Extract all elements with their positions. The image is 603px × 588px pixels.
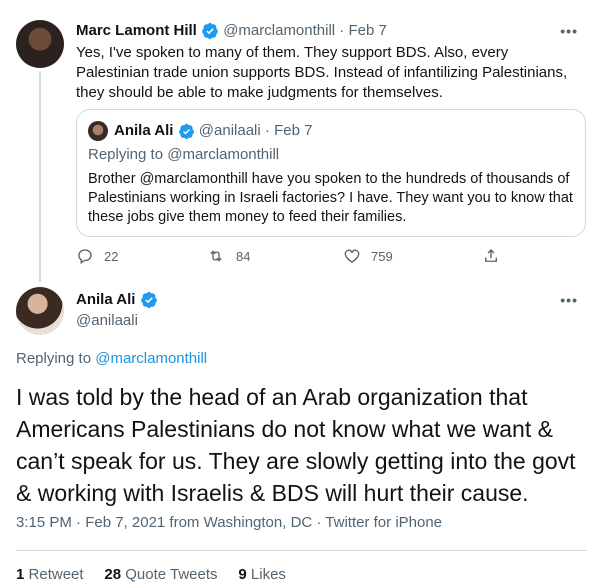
replying-to: Replying to @marclamonthill <box>16 350 207 367</box>
separator: · <box>264 122 270 139</box>
replying-to: Replying to @marclamonthill <box>88 146 279 163</box>
author-name[interactable]: Marc Lamont Hill <box>76 22 197 39</box>
tweet-text: Yes, I've spoken to many of them. They s… <box>76 44 568 101</box>
quoted-tweet-header: Anila Ali @anilaali · Feb 7 <box>114 122 312 140</box>
avatar[interactable] <box>16 287 64 335</box>
reply-icon <box>78 249 92 265</box>
author-name: Anila Ali <box>114 122 174 139</box>
retweets-label: Retweet <box>28 566 84 583</box>
quote-tweets-count: 28 <box>104 566 122 583</box>
author-name[interactable]: Anila Ali <box>76 291 135 308</box>
more-options-icon[interactable]: ••• <box>560 292 578 308</box>
quoted-tweet-text: Brother @marclamonthill have you spoken … <box>88 171 573 225</box>
reply-button[interactable]: 22 <box>76 247 118 265</box>
retweet-button[interactable]: 84 <box>206 247 250 265</box>
tweet-actions: 22 84 759 <box>76 247 506 269</box>
tweet-date: Feb 7 <box>274 122 313 139</box>
tweet-header: Anila Ali <box>76 291 158 309</box>
tweet-stats: 1 Retweet 28 Quote Tweets 9 Likes <box>16 566 286 583</box>
thread-line <box>39 72 41 282</box>
share-button[interactable] <box>482 247 500 265</box>
author-handle[interactable]: @anilaali <box>76 312 138 329</box>
quote-tweets-label: Quote Tweets <box>125 566 218 583</box>
quote-tweets-stat[interactable]: 28 Quote Tweets <box>104 566 217 583</box>
avatar[interactable] <box>16 20 64 68</box>
replying-to-label: Replying to <box>88 146 164 163</box>
verified-badge-icon <box>178 123 194 139</box>
tweet-date[interactable]: Feb 7 <box>348 22 386 39</box>
separator: · <box>339 22 345 39</box>
more-options-icon[interactable]: ••• <box>560 23 578 39</box>
tweet-timestamp[interactable]: 3:15 PM · Feb 7, 2021 from Washington, D… <box>16 514 442 531</box>
heart-icon <box>344 249 360 263</box>
replying-to-handle: @marclamonthill <box>167 146 280 163</box>
likes-label: Likes <box>250 566 286 583</box>
retweet-count: 84 <box>236 248 251 264</box>
reply-count: 22 <box>104 248 119 264</box>
author-handle: @anilaali <box>198 122 261 139</box>
retweets-stat[interactable]: 1 Retweet <box>16 566 84 583</box>
share-icon <box>485 249 497 262</box>
replying-to-label: Replying to <box>16 350 92 367</box>
replying-to-handle[interactable]: @marclamonthill <box>95 350 207 367</box>
tweet-text: I was told by the head of an Arab organi… <box>16 384 576 506</box>
author-handle[interactable]: @marclamonthill <box>223 22 335 39</box>
divider <box>16 550 587 551</box>
retweet-icon <box>210 250 222 262</box>
tweet-header: Marc Lamont Hill @marclamonthill · Feb 7 <box>76 22 387 40</box>
avatar <box>88 121 108 141</box>
verified-badge-icon <box>202 22 218 40</box>
verified-badge-icon <box>140 291 157 309</box>
retweets-count: 1 <box>16 566 25 583</box>
likes-stat[interactable]: 9 Likes <box>238 566 286 583</box>
like-count: 759 <box>371 248 393 264</box>
likes-count: 9 <box>238 566 247 583</box>
like-button[interactable]: 759 <box>343 247 393 265</box>
